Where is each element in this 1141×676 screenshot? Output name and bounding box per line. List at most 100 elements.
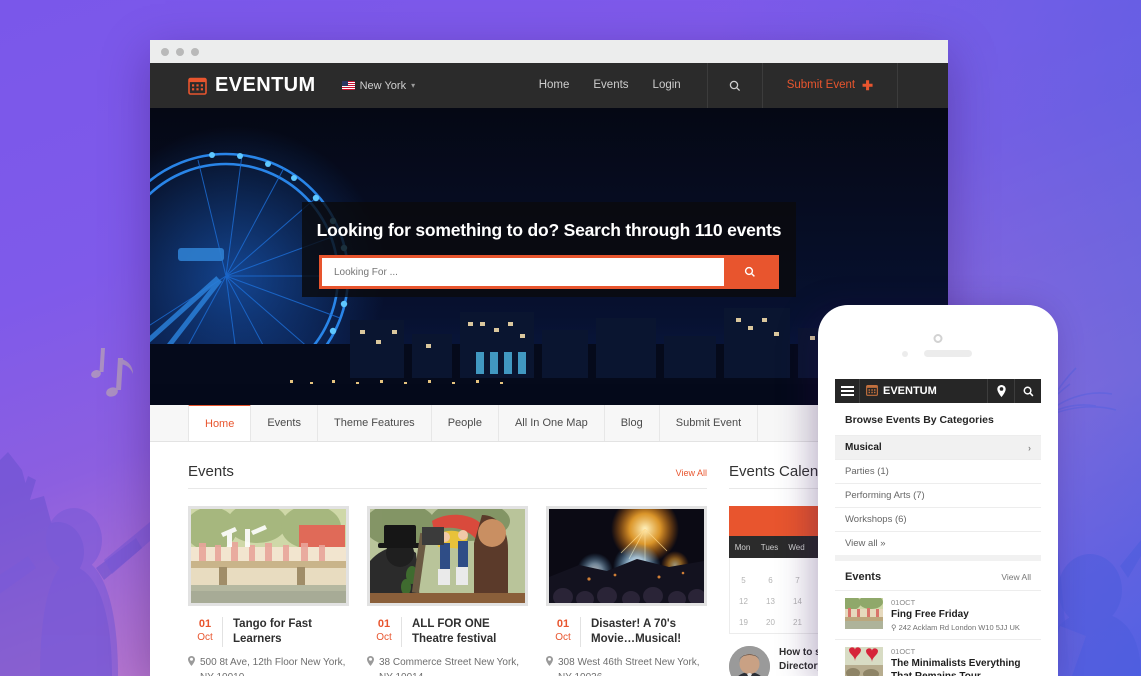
calendar-dow-mon: Mon: [734, 542, 751, 552]
event-address: 38 Commerce Street New York, NY 10014: [379, 657, 520, 676]
header-search-button[interactable]: [706, 63, 763, 108]
submit-event-button[interactable]: Submit Event ✚: [763, 63, 898, 108]
nav-item-events[interactable]: Events: [581, 63, 640, 108]
calendar-day[interactable]: 12: [730, 591, 757, 612]
main-nav: Home Events Login Submit Event ✚: [527, 63, 948, 108]
event-address-row: 308 West 46th Street New York, NY 10036: [546, 655, 707, 676]
map-pin-icon: [996, 385, 1006, 397]
chevron-down-icon: ▾: [411, 81, 416, 90]
map-pin-icon: [188, 656, 195, 676]
city-picker[interactable]: New York ▾: [341, 79, 416, 92]
event-card[interactable]: 01 Oct Disaster! A 70's Movie…Musical! 3…: [546, 506, 707, 676]
subnav-item-theme-features[interactable]: Theme Features: [318, 405, 432, 441]
mobile-event-photo-heart-balloons: [845, 647, 883, 676]
event-title[interactable]: ALL FOR ONE Theatre festival: [401, 617, 528, 647]
mobile-event-item[interactable]: 01OCT Fing Free Friday ⚲ 242 Acklam Rd L…: [835, 590, 1041, 639]
mobile-brand-logo[interactable]: EVENTUM: [859, 379, 987, 403]
mobile-event-body: 01OCT The Minimalists Everything That Re…: [891, 647, 1031, 676]
mobile-category-musical[interactable]: Musical ›: [835, 435, 1041, 459]
mobile-event-date: 01OCT: [891, 647, 916, 656]
mobile-events-view-all[interactable]: View All: [1001, 572, 1031, 582]
nav-item-login[interactable]: Login: [641, 63, 693, 108]
event-month: Oct: [555, 632, 571, 643]
calendar-day[interactable]: 21: [784, 612, 811, 633]
calendar-day[interactable]: 5: [730, 570, 757, 591]
event-card[interactable]: 01 Oct Tango for Fast Learners 500 8t Av…: [188, 506, 349, 676]
header-spacer: [898, 63, 948, 108]
review-title-line2: Directory: [779, 661, 823, 672]
mobile-header: EVENTUM: [835, 379, 1041, 403]
window-close-dot[interactable]: [161, 47, 169, 56]
phone-mockup: EVENTUM Browse Events By Categories Musi…: [818, 305, 1058, 676]
mobile-category-parties[interactable]: Parties (1): [835, 459, 1041, 483]
event-title[interactable]: Tango for Fast Learners: [222, 617, 349, 647]
event-date: 01 Oct: [546, 617, 580, 647]
mobile-events-title: Events: [845, 571, 882, 583]
mobile-category-performing-arts[interactable]: Performing Arts (7): [835, 483, 1041, 507]
mobile-category-workshops[interactable]: Workshops (6): [835, 507, 1041, 531]
plus-icon: ✚: [862, 78, 873, 93]
calendar-dow-tues: Tues: [760, 542, 779, 552]
hero-search-form: [319, 255, 779, 289]
map-pin-icon: ⚲: [891, 623, 897, 632]
mobile-category-view-all[interactable]: View all »: [835, 531, 1041, 555]
calendar-day[interactable]: 20: [757, 612, 784, 633]
event-address: 500 8t Ave, 12th Floor New York, NY 1001…: [200, 657, 346, 676]
phone-top-bezel: [818, 305, 1058, 367]
brand-name: EVENTUM: [215, 74, 316, 96]
event-meta: 01 Oct ALL FOR ONE Theatre festival: [367, 617, 528, 647]
search-submit-button[interactable]: [724, 258, 776, 286]
event-title[interactable]: Disaster! A 70's Movie…Musical!: [580, 617, 707, 647]
event-address-row: 38 Commerce Street New York, NY 10014: [367, 655, 528, 676]
subnav-item-submit-event[interactable]: Submit Event: [660, 405, 759, 441]
calendar-day[interactable]: 6: [757, 570, 784, 591]
mobile-categories-title: Browse Events By Categories: [845, 414, 994, 426]
window-minimize-dot[interactable]: [176, 47, 184, 56]
calendar-day[interactable]: 13: [757, 591, 784, 612]
event-address-row: 500 8t Ave, 12th Floor New York, NY 1001…: [188, 655, 349, 676]
mobile-category-label: Workshops (6): [845, 514, 907, 525]
event-thumbnail[interactable]: [188, 506, 349, 606]
search-icon: [729, 80, 740, 91]
nav-item-home[interactable]: Home: [527, 63, 582, 108]
phone-sensor-icon: [902, 351, 908, 357]
events-view-all-link[interactable]: View All: [676, 468, 707, 478]
calendar-day[interactable]: 19: [730, 612, 757, 633]
mobile-event-title[interactable]: Fing Free Friday: [891, 608, 1020, 621]
site-header: EVENTUM New York ▾ Home Events Login Sub…: [150, 63, 948, 108]
calendar-day[interactable]: 14: [784, 591, 811, 612]
phone-speaker-icon: [924, 350, 972, 357]
event-date: 01 Oct: [367, 617, 401, 647]
events-column: Events View All 01 Oct Tango for Fast Le…: [188, 442, 707, 676]
event-thumbnail[interactable]: [546, 506, 707, 606]
mobile-category-label: View all »: [845, 538, 886, 549]
mobile-location-button[interactable]: [987, 379, 1014, 403]
mobile-event-address-text: 242 Acklam Rd London W10 5JJ UK: [898, 623, 1020, 632]
search-input[interactable]: [322, 258, 724, 286]
subnav-item-events[interactable]: Events: [251, 405, 318, 441]
event-address: 308 West 46th Street New York, NY 10036: [558, 657, 700, 676]
brand-logo[interactable]: EVENTUM: [188, 74, 316, 97]
subnav-item-blog[interactable]: Blog: [605, 405, 660, 441]
submit-event-label: Submit Event: [786, 79, 856, 91]
subnav-item-home[interactable]: Home: [188, 404, 252, 441]
mobile-brand-name: EVENTUM: [883, 385, 937, 397]
event-card[interactable]: 01 Oct ALL FOR ONE Theatre festival 38 C…: [367, 506, 528, 676]
subnav-item-people[interactable]: People: [432, 405, 499, 441]
mobile-event-date: 01OCT: [891, 598, 916, 607]
mobile-category-label: Parties (1): [845, 466, 889, 477]
event-month: Oct: [376, 632, 392, 643]
calendar-day[interactable]: 7: [784, 570, 811, 591]
avatar-photo: [729, 646, 770, 676]
event-thumbnail[interactable]: [367, 506, 528, 606]
subnav-item-all-in-one-map[interactable]: All In One Map: [499, 405, 605, 441]
search-icon: [1023, 386, 1033, 396]
mobile-event-title[interactable]: The Minimalists Everything That Remains …: [891, 657, 1031, 676]
mobile-event-item[interactable]: 01OCT The Minimalists Everything That Re…: [835, 639, 1041, 676]
mobile-search-button[interactable]: [1014, 379, 1041, 403]
events-section-title: Events: [188, 463, 234, 480]
city-label: New York: [359, 79, 407, 92]
hamburger-icon[interactable]: [835, 385, 859, 397]
window-maximize-dot[interactable]: [191, 47, 199, 56]
mobile-event-address: ⚲ 242 Acklam Rd London W10 5JJ UK: [891, 623, 1020, 632]
